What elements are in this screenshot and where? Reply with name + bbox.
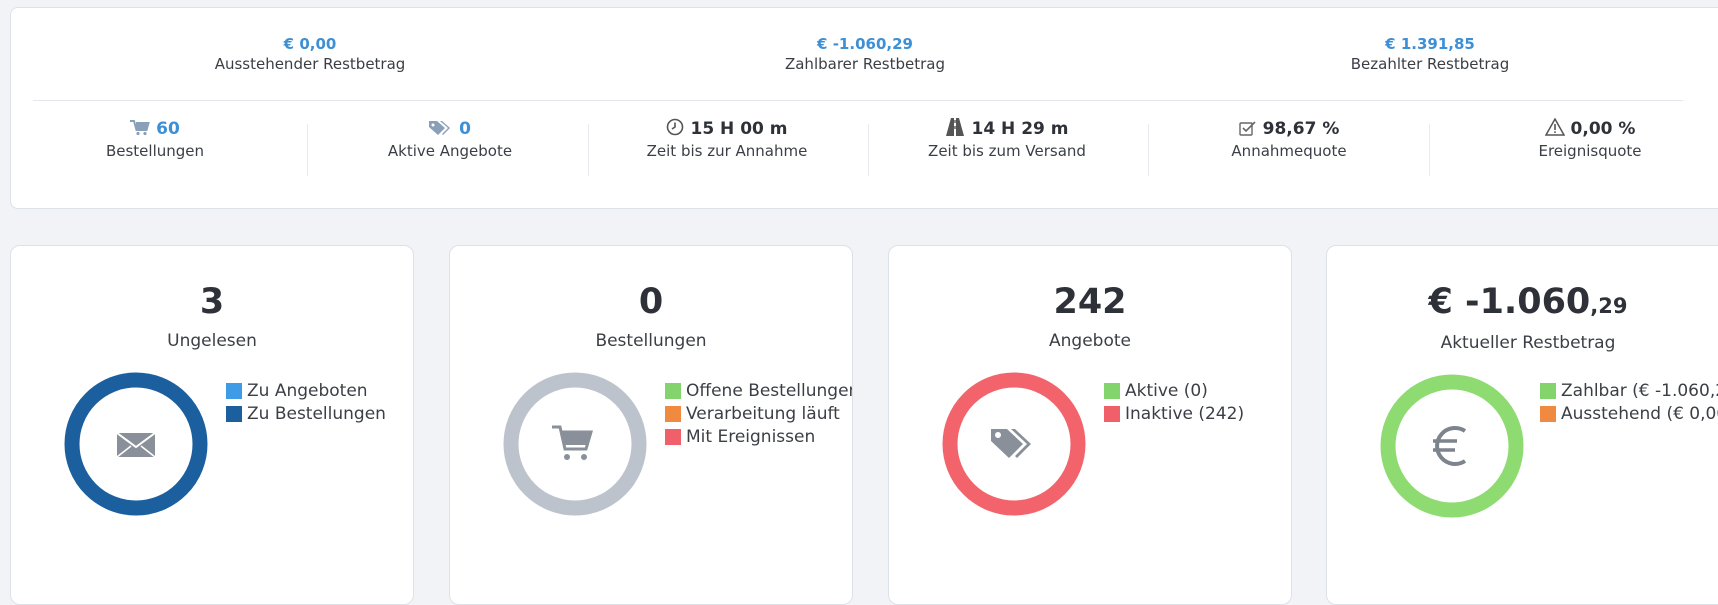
- legend-swatch: [1540, 405, 1556, 422]
- donut-chart-orders: [503, 372, 647, 516]
- stat-orders[interactable]: 60 Bestellungen: [35, 118, 275, 162]
- balance-outstanding: € 0,00 Ausstehender Restbetrag: [110, 35, 510, 74]
- envelope-icon: [116, 432, 156, 458]
- card-unread-value: 3: [199, 282, 225, 322]
- legend-orders: Offene Bestellungen Verarbeitung läuft M…: [665, 379, 853, 448]
- stat-acceptance-rate-label: Annahmequote: [1231, 142, 1347, 160]
- warning-icon: [1544, 117, 1565, 136]
- card-orders-label: Bestellungen: [595, 331, 707, 351]
- donut-ring-balance: [1380, 374, 1524, 518]
- legend-item[interactable]: Zu Bestellungen: [226, 402, 413, 425]
- stat-shipping-time-value: 14 H 29 m: [971, 119, 1069, 139]
- stat-acceptance-rate-value: 98,67 %: [1262, 119, 1340, 139]
- card-offers[interactable]: 242 Angebote Aktive (0) Inaktive (242): [888, 245, 1292, 605]
- balance-paid: € 1.391,85 Bezahlter Restbetrag: [1230, 35, 1630, 74]
- card-balance-value: € -1.060,29: [1327, 282, 1718, 326]
- card-unread-label: Ungelesen: [167, 331, 257, 351]
- stat-active-offers-label: Aktive Angebote: [387, 142, 513, 160]
- cart-icon: [130, 120, 150, 136]
- balance-row: € 0,00 Ausstehender Restbetrag € -1.060,…: [0, 35, 1718, 95]
- stat-acceptance-time-label: Zeit bis zur Annahme: [646, 142, 808, 160]
- legend-swatch: [226, 382, 242, 399]
- card-balance-value-cents: ,29: [1590, 294, 1628, 318]
- stat-active-offers-value: 0: [459, 119, 471, 139]
- legend-swatch: [665, 405, 681, 422]
- legend-swatch: [665, 382, 681, 399]
- summary-divider: [33, 100, 1683, 101]
- donut-chart-offers: [942, 372, 1086, 516]
- stat-shipping-time-label: Zeit bis zum Versand: [928, 142, 1086, 160]
- legend-label: Ausstehend (€ 0,00): [1561, 403, 1718, 424]
- cart-icon: [552, 425, 594, 460]
- legend-label: Offene Bestellungen: [686, 380, 853, 401]
- legend-label: Inaktive (242): [1125, 403, 1245, 424]
- legend-item[interactable]: Offene Bestellungen: [665, 379, 853, 402]
- balance-payable: € -1.060,29 Zahlbarer Restbetrag: [665, 35, 1065, 74]
- legend-label: Zu Bestellungen: [247, 403, 386, 424]
- legend-unread: Zu Angeboten Zu Bestellungen: [226, 379, 413, 425]
- legend-label: Verarbeitung läuft: [686, 403, 840, 424]
- stat-incident-rate[interactable]: 0,00 % Ereignisquote: [1470, 117, 1710, 162]
- stat-acceptance-time-value: 15 H 00 m: [690, 119, 788, 139]
- balance-outstanding-label: Ausstehender Restbetrag: [214, 55, 406, 73]
- clock-icon: [667, 118, 684, 136]
- donut-chart-balance: [1380, 374, 1524, 518]
- legend-swatch: [1540, 382, 1556, 399]
- tags-icon: [429, 121, 451, 135]
- legend-label: Mit Ereignissen: [686, 426, 816, 447]
- legend-item[interactable]: Zahlbar (€ -1.060,29): [1540, 379, 1718, 402]
- balance-payable-value: € -1.060,29: [817, 35, 913, 53]
- card-unread[interactable]: 3 Ungelesen Zu Angeboten Zu Bestellungen: [10, 245, 414, 605]
- donut-chart-unread: [64, 372, 208, 516]
- balance-paid-value: € 1.391,85: [1385, 35, 1475, 53]
- euro-icon: [1433, 426, 1467, 466]
- stat-acceptance-time[interactable]: 15 H 00 m Zeit bis zur Annahme: [607, 118, 847, 162]
- legend-swatch: [665, 428, 681, 445]
- stat-orders-label: Bestellungen: [105, 142, 205, 160]
- legend-label: Zu Angeboten: [247, 380, 368, 401]
- legend-offers: Aktive (0) Inaktive (242): [1104, 379, 1291, 425]
- road-icon: [946, 118, 965, 136]
- legend-swatch: [1104, 382, 1120, 399]
- stat-acceptance-rate[interactable]: 98,67 % Annahmequote: [1169, 118, 1409, 162]
- card-balance[interactable]: € -1.060,29 Aktueller Restbetrag Zahlbar…: [1326, 245, 1718, 605]
- card-orders[interactable]: 0 Bestellungen Offene Bestellungen Verar…: [449, 245, 853, 605]
- balance-paid-label: Bezahlter Restbetrag: [1350, 55, 1510, 73]
- card-orders-value: 0: [638, 282, 664, 322]
- card-offers-value: 242: [1053, 282, 1127, 322]
- legend-item[interactable]: Verarbeitung läuft: [665, 402, 852, 425]
- legend-label: Zahlbar (€ -1.060,29): [1561, 380, 1718, 401]
- stat-incident-rate-label: Ereignisquote: [1538, 142, 1642, 160]
- legend-item[interactable]: Mit Ereignissen: [665, 425, 852, 448]
- legend-item[interactable]: Zu Angeboten: [226, 379, 413, 402]
- stat-active-offers[interactable]: 0 Aktive Angebote: [330, 118, 570, 162]
- legend-item[interactable]: Aktive (0): [1104, 379, 1291, 402]
- card-offers-label: Angebote: [1049, 331, 1131, 351]
- card-balance-label: Aktueller Restbetrag: [1440, 333, 1616, 353]
- balance-outstanding-value: € 0,00: [283, 35, 337, 53]
- legend-item[interactable]: Inaktive (242): [1104, 402, 1291, 425]
- legend-item[interactable]: Ausstehend (€ 0,00): [1540, 402, 1718, 425]
- stat-incident-rate-value: 0,00 %: [1570, 119, 1636, 139]
- legend-swatch: [226, 405, 242, 422]
- stat-shipping-time[interactable]: 14 H 29 m Zeit bis zum Versand: [887, 118, 1127, 162]
- stat-orders-value: 60: [156, 119, 180, 139]
- tag-icon: [991, 429, 1031, 458]
- checkbox-icon: [1238, 121, 1256, 136]
- card-balance-value-main: € -1.060: [1428, 282, 1591, 322]
- balance-payable-label: Zahlbarer Restbetrag: [784, 55, 946, 73]
- legend-balance: Zahlbar (€ -1.060,29) Ausstehend (€ 0,00…: [1540, 379, 1718, 425]
- legend-swatch: [1104, 405, 1120, 422]
- legend-label: Aktive (0): [1125, 380, 1208, 401]
- stats-row: 60 Bestellungen 0 Aktive Angebote 15 H 0…: [0, 117, 1718, 178]
